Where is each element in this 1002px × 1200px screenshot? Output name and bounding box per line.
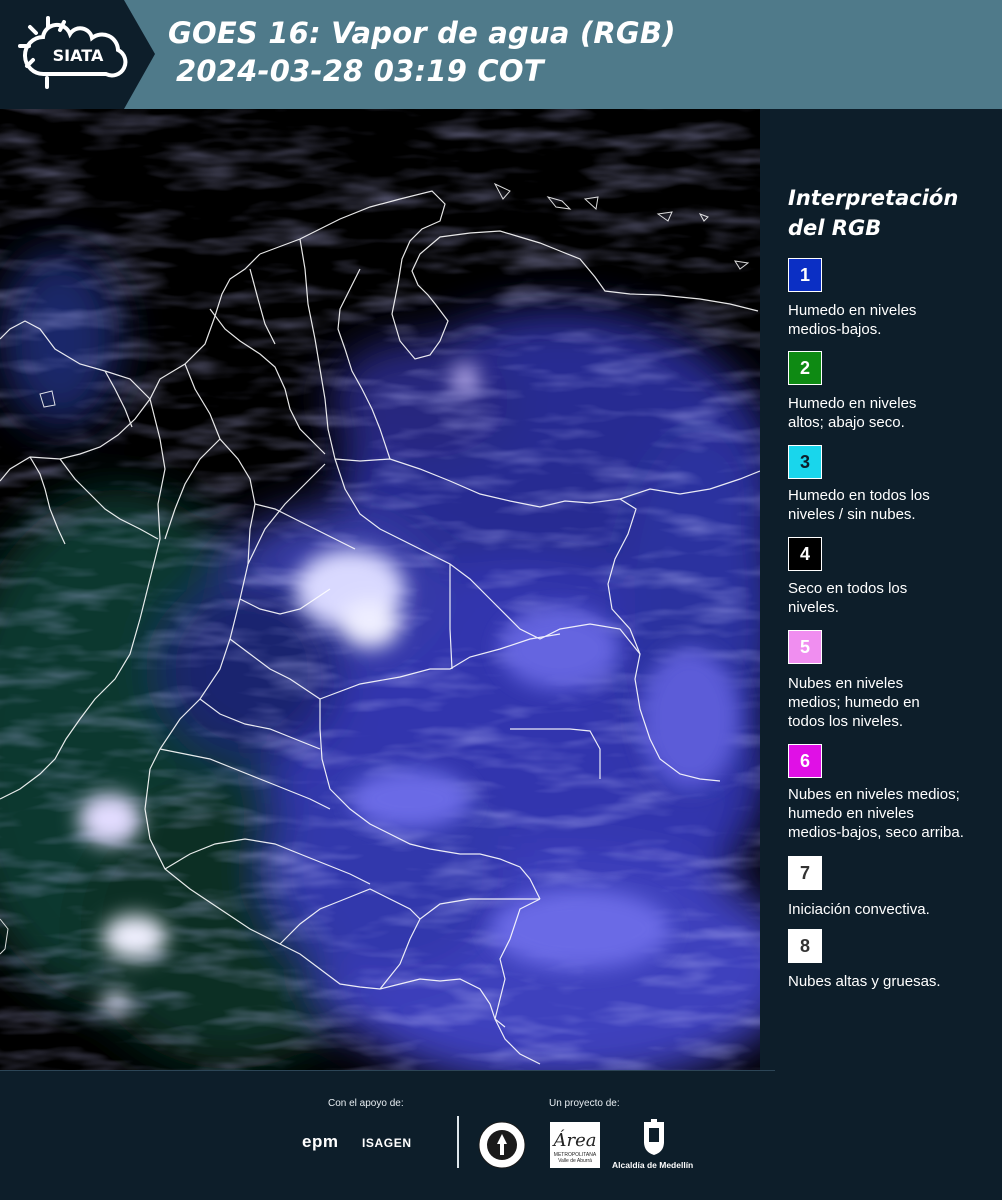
- legend-text-2: Humedo en niveles altos; abajo seco.: [788, 394, 993, 432]
- satellite-image-icon: [0, 109, 760, 1070]
- legend-text-7-line1: Iniciación convectiva.: [788, 901, 930, 918]
- legend-swatch-4: 4: [788, 537, 822, 571]
- legend-text-1: Humedo en niveles medios-bajos.: [788, 301, 993, 339]
- coat-of-arms-icon: [644, 1119, 664, 1155]
- legend-text-8-line1: Nubes altas y gruesas.: [788, 973, 941, 990]
- timestamp: 2024-03-28 03:19 COT: [176, 54, 544, 88]
- legend-swatch-3: 3: [788, 445, 822, 479]
- legend-text-6-line3: medios-bajos, seco arriba.: [788, 824, 964, 841]
- legend-text-2-line2: altos; abajo seco.: [788, 414, 905, 431]
- legend-text-4: Seco en todos los niveles.: [788, 579, 993, 617]
- legend-number-7: 7: [799, 862, 810, 883]
- legend-swatch-1: 1: [788, 258, 822, 292]
- siata-logo: SIATA: [0, 0, 155, 109]
- epm-logo: epm: [302, 1132, 339, 1151]
- project-label: Un proyecto de:: [549, 1098, 620, 1109]
- legend-text-2-line1: Humedo en niveles: [788, 395, 917, 412]
- header-bar: SIATA GOES 16: Vapor de agua (RGB) 2024-…: [0, 0, 1002, 109]
- siata-logo-text: SIATA: [53, 46, 104, 65]
- legend-title-line1: Interpretación: [788, 186, 959, 210]
- footer-divider-line: [0, 1070, 775, 1071]
- satellite-map: [0, 109, 760, 1070]
- legend-text-5-line3: todos los niveles.: [788, 713, 904, 730]
- legend-text-4-line1: Seco en todos los: [788, 580, 908, 597]
- amva-caption-line2: Valle de Aburrá: [558, 1158, 592, 1164]
- footer: Con el apoyo de: Un proyecto de: epm ISA…: [0, 1070, 1002, 1200]
- amva-logo: Área METROPOLITANA Valle de Aburrá: [550, 1122, 600, 1168]
- legend-text-1-line2: medios-bajos.: [788, 321, 882, 338]
- legend-number-4: 4: [799, 543, 810, 564]
- legend-number-1: 1: [799, 264, 810, 285]
- legend-text-6-line1: Nubes en niveles medios;: [788, 786, 960, 803]
- legend-number-5: 5: [799, 636, 810, 657]
- rgb-legend-panel: Interpretación del RGB 1 Humedo en nivel…: [760, 109, 1002, 1070]
- support-label: Con el apoyo de:: [328, 1098, 404, 1109]
- legend-number-2: 2: [799, 357, 810, 378]
- legend-number-6: 6: [799, 750, 810, 771]
- legend-title-line2: del RGB: [788, 216, 882, 240]
- legend-text-4-line2: niveles.: [788, 599, 839, 616]
- legend-swatch-6: 6: [788, 744, 822, 778]
- isagen-logo: ISAGEN: [362, 1136, 412, 1150]
- legend-text-5-line1: Nubes en niveles: [788, 675, 904, 692]
- legend-swatch-7: 7: [788, 856, 822, 890]
- legend-text-6: Nubes en niveles medios; humedo en nivel…: [788, 785, 993, 842]
- legend-text-5-line2: medios; humedo en: [788, 694, 920, 711]
- legend-text-6-line2: humedo en niveles: [788, 805, 914, 822]
- legend-text-3-line1: Humedo en todos los: [788, 487, 930, 504]
- legend-text-5: Nubes en niveles medios; humedo en todos…: [788, 674, 993, 731]
- alcaldia-medellin-logo: Alcaldía de Medellín: [612, 1160, 694, 1170]
- legend-swatch-2: 2: [788, 351, 822, 385]
- legend-text-8: Nubes altas y gruesas.: [788, 972, 993, 991]
- amva-caption: METROPOLITANA Valle de Aburrá: [550, 1152, 600, 1164]
- seal-icon: [478, 1121, 526, 1169]
- footer-vertical-divider: [457, 1116, 459, 1168]
- legend-text-3: Humedo en todos los niveles / sin nubes.: [788, 486, 993, 524]
- legend-number-8: 8: [799, 935, 810, 956]
- legend-text-7: Iniciación convectiva.: [788, 900, 993, 919]
- legend-number-3: 3: [799, 451, 810, 472]
- page-title: GOES 16: Vapor de agua (RGB): [168, 16, 676, 50]
- legend-swatch-8: 8: [788, 929, 822, 963]
- legend-text-1-line1: Humedo en niveles: [788, 302, 917, 319]
- legend-title: Interpretación del RGB: [788, 183, 988, 243]
- amva-logo-icon: Área: [552, 1128, 597, 1151]
- legend-text-3-line2: niveles / sin nubes.: [788, 506, 916, 523]
- amva-logo-text: Área: [552, 1128, 597, 1151]
- legend-swatch-5: 5: [788, 630, 822, 664]
